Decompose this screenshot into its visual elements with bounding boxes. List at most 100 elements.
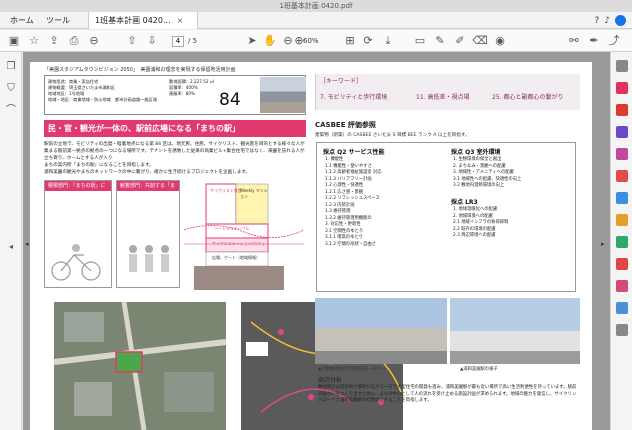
section-label: Weekly マンション: [240, 188, 268, 199]
comment-tool-icon[interactable]: [616, 148, 628, 160]
scroll-mode-icon[interactable]: ⤓: [380, 33, 396, 49]
help-icon[interactable]: ?: [594, 16, 599, 26]
edit-pdf-icon[interactable]: [616, 126, 628, 138]
section-label: ソーシャルテーブル: [214, 226, 250, 231]
casbee-right-list: 1. 生物環境の保全と創出 2. まちなみ・景観への配慮 3. 地域性・アメニテ…: [453, 157, 573, 190]
bookmarks-icon[interactable]: ⛉: [4, 82, 18, 96]
concept-banner-text: 民・官・観光が一体の、駅前広場になる「まちの駅」: [48, 124, 240, 133]
viewing-section: 観覧部門：共創する「まちの駅」: [116, 180, 180, 288]
photo-caption: ▲対象敷地及び西口駅前ロータリー: [318, 367, 386, 372]
collapse-left-icon[interactable]: ◂: [4, 240, 18, 254]
body-paragraph: まちの案内所「まちの駅」になることを目指します。: [44, 163, 154, 168]
zoom-out-icon[interactable]: ⊖: [86, 33, 102, 49]
title-bar: 1班基本計画 0420.pdf: [0, 0, 632, 12]
attachments-icon[interactable]: ⌒: [4, 104, 18, 118]
page-header: 「美園スタジアムタウンビジョン 2050」 美園浦和の理念を実現する保留地活用計…: [44, 67, 236, 73]
concept-body: 駅前の立地で、モビリティの出発・経着地点になる第 84 区は、地元民、住民、サイ…: [44, 141, 306, 176]
fill-sign-icon[interactable]: [616, 214, 628, 226]
main-toolbar: ▣ ☆ ⇪ ⎙ ⊖ ⇧ ⇩ 4 / 5 ➤ ✋ ⊖ ⊕ 60% ⊞ ⟳ ⤓ ▭ …: [0, 30, 632, 52]
avatar[interactable]: [615, 15, 626, 26]
photo-caption: ▲浦和美園駅の様子: [460, 367, 498, 372]
stamp-icon[interactable]: ◉: [492, 33, 508, 49]
casbee-left-list: 1. 機能性 1.1 機能性・使いやすさ 1.1.2 高齢者福祉施設室 対応 1…: [325, 157, 445, 248]
fit-page-icon[interactable]: ⊞: [342, 33, 358, 49]
info-line: 地域・地区：商業地域・防火地域 都市計画道路一般区域: [48, 97, 157, 102]
aerial-map-left-drawing: [54, 302, 226, 430]
print-icon[interactable]: ⎙: [66, 33, 82, 49]
keyword-item: 25. 都心と副都心の繋がり: [492, 94, 564, 101]
share-icon[interactable]: ⤴: [606, 33, 622, 49]
more-tools-icon[interactable]: [616, 324, 628, 336]
living-section: 賑賑部門：「まちの駅」に住む: [44, 180, 112, 288]
casbee-lr3-head: 採点 LR3: [451, 199, 478, 206]
hand-tool-icon[interactable]: ✋: [262, 33, 278, 49]
sign-icon[interactable]: ✒: [586, 33, 602, 49]
bell-icon[interactable]: ♪: [604, 16, 610, 26]
print-production-icon[interactable]: [616, 280, 628, 292]
acrobat-window: 1班基本計画 0420.pdf ホーム ツール 1班基本計画 0420... × …: [0, 0, 632, 430]
station-photo: [450, 298, 580, 364]
bookmark-star-icon[interactable]: ☆: [26, 33, 42, 49]
casbee-table: 採点 Q2 サービス性能 採点 Q3 室外環境 1. 機能性 1.1 機能性・使…: [316, 142, 576, 292]
page-number-input[interactable]: 4: [172, 36, 184, 47]
surroundings-title: 周辺分析: [318, 377, 343, 384]
tab-home[interactable]: ホーム: [10, 12, 34, 29]
export-pdf-icon[interactable]: [616, 82, 628, 94]
send-for-review-icon[interactable]: [616, 236, 628, 248]
station-plaza-photo: [315, 298, 447, 364]
tab-document[interactable]: 1班基本計画 0420... ×: [88, 12, 198, 29]
casbee-title: CASBEE 評価参照: [315, 121, 376, 129]
keyword-item: 7. モビリティと歩行環境: [320, 94, 388, 101]
upload-icon[interactable]: ⇪: [46, 33, 62, 49]
protect-icon[interactable]: [616, 258, 628, 270]
comment-icon[interactable]: ▭: [412, 33, 428, 49]
info-line: 建蔽率：80%: [169, 91, 196, 96]
link-icon[interactable]: ⚯: [566, 33, 582, 49]
tab-tools-label: ツール: [46, 16, 70, 25]
thumbnails-icon[interactable]: ❐: [4, 60, 18, 74]
keyword-box: ［キーワード］ 7. モビリティと歩行環境 11. 高低差・視点場 25. 都心…: [315, 74, 580, 110]
body-paragraph: 浦和美園の観光やまちのネットワークの中に繋がり、確かに生き続けるプロジェクトを企…: [44, 170, 251, 175]
casbee-item: 3.2 敷地内温熱環境の向上: [453, 183, 505, 188]
site-info-box: 建物用途：商業・実店住宅 建物概要：埼玉県さいたま市浦和区 地域地区：1号地域 …: [44, 75, 306, 115]
window-title: 1班基本計画 0420.pdf: [279, 2, 353, 10]
page-down-icon[interactable]: ⇩: [144, 33, 160, 49]
combine-files-icon[interactable]: [616, 170, 628, 182]
site-info-col2: 敷地面積：2,227.52 ㎡ 容積率：400% 建蔽率：80%: [169, 79, 221, 97]
select-cursor-icon[interactable]: ➤: [244, 33, 260, 49]
surroundings-text: 敷地周辺は保留地や畑地が広がる一方で大型住宅の開発も進み、浦和美園駅が最も近い場…: [318, 385, 577, 403]
body-paragraph: 駅前の立地で、モビリティの出発・経着地点になる第 84 区は、地元民、住民、サイ…: [44, 142, 305, 161]
create-pdf-icon[interactable]: [616, 104, 628, 116]
concept-diagram: 賑賑部門：「まちの駅」に住む 観覧部門：共創する「まちの駅」 サイクリスト食堂 …: [44, 180, 306, 298]
accessibility-icon[interactable]: [616, 302, 628, 314]
casbee-lr3-list: 1. 地球温暖化への配慮 2. 地域環境への配慮 2.1 地域インフラの負荷抑制…: [453, 207, 573, 240]
close-tab-icon[interactable]: ×: [177, 16, 184, 25]
page-up-icon[interactable]: ⇧: [124, 33, 140, 49]
next-page-arrow-icon[interactable]: ▸: [601, 240, 605, 248]
casbee-q2-head: 採点 Q2 サービス性能: [323, 149, 385, 156]
search-tool-icon[interactable]: [616, 60, 628, 72]
save-icon[interactable]: ▣: [6, 33, 22, 49]
section-label: サイクリスト食堂: [210, 188, 242, 193]
casbee-item: 2.3 周辺環境への配慮: [453, 233, 496, 238]
aerial-map-left: [54, 302, 226, 430]
tab-document-label: 1班基本計画 0420...: [95, 16, 171, 25]
keyword-item: 11. 高低差・視点場: [416, 94, 470, 101]
zoom-select[interactable]: 60%: [303, 36, 333, 47]
prev-page-arrow-icon[interactable]: ◂: [25, 240, 29, 248]
organize-pages-icon[interactable]: [616, 192, 628, 204]
rotate-icon[interactable]: ⟳: [360, 33, 376, 49]
keyword-title: ［キーワード］: [320, 78, 363, 85]
erase-icon[interactable]: ⌫: [472, 33, 488, 49]
tab-home-label: ホーム: [10, 16, 34, 25]
draw-icon[interactable]: ✐: [452, 33, 468, 49]
site-info-col1: 建物用途：商業・実店住宅 建物概要：埼玉県さいたま市浦和区 地域地区：1号地域 …: [48, 79, 168, 103]
living-section-head: 賑賑部門：「まちの駅」に住む: [45, 181, 111, 199]
casbee-subtitle: 建築物（新築）の CASBEE さいたま S 目標 BEE ランク A 以上を目…: [315, 133, 470, 138]
tab-tools[interactable]: ツール: [46, 12, 70, 29]
viewing-section-head: 観覧部門：共創する「まちの駅」: [117, 181, 179, 199]
highlight-pen-icon[interactable]: ✎: [432, 33, 448, 49]
casbee-q3-head: 採点 Q3 室外環境: [451, 149, 501, 156]
casbee-section: CASBEE 評価参照 建築物（新築）の CASBEE さいたま S 目標 BE…: [315, 120, 580, 138]
site-number: 84: [219, 90, 241, 110]
